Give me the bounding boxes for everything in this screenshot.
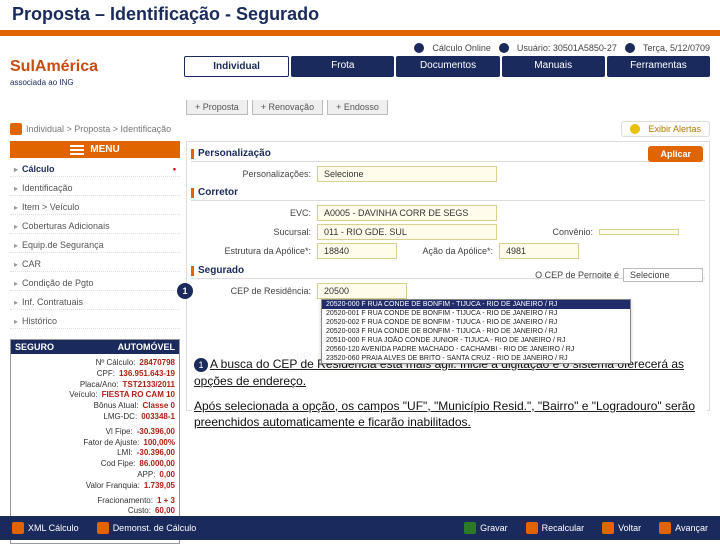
user-icon [499, 43, 509, 53]
seguro-title-left: SEGURO [15, 342, 54, 352]
convenio-label: Convênio: [503, 227, 593, 237]
footer-bar: XML Cálculo Demonst. de Cálculo Gravar R… [0, 516, 720, 540]
calc-online-label: Cálculo Online [432, 43, 491, 53]
evc-label: EVC: [191, 208, 311, 218]
section-personalizacao: Personalização [191, 146, 705, 162]
cep-option[interactable]: 20520-002 F RUA CONDE DE BONFIM - TIJUCA… [322, 318, 630, 327]
forward-icon [659, 522, 671, 534]
cep-option[interactable]: 20520-003 F RUA CONDE DE BONFIM - TIJUCA… [322, 327, 630, 336]
explainer-p2: Após selecionada a opção, os campos "UF"… [194, 398, 703, 432]
date-label: Terça, 5/12/0709 [643, 43, 710, 53]
primary-tabs: Individual Frota Documentos Manuais Ferr… [184, 56, 710, 77]
sidebar-item-equip[interactable]: ▸Equip.de Segurança [10, 238, 180, 253]
cep-input[interactable]: 20500 [317, 283, 407, 299]
sidebar-item-identificacao[interactable]: ▸Identificação [10, 181, 180, 196]
cep-option[interactable]: 23520-060 PRAIA ALVES DE BRITO - SANTA C… [322, 354, 630, 363]
xml-icon [12, 522, 24, 534]
sidebar-item-calculo[interactable]: ▸Cálculo• [10, 162, 180, 177]
cep-label: CEP de Residência: [191, 286, 311, 296]
section-corretor: Corretor [191, 185, 705, 201]
tab-individual[interactable]: Individual [184, 56, 289, 77]
breadcrumb: Individual > Proposta > Identificação [26, 124, 171, 134]
subtab-proposta[interactable]: + Proposta [186, 100, 248, 115]
acao-field[interactable]: 4981 [499, 243, 579, 259]
pernoite-label: O CEP de Pernoite é [535, 270, 619, 280]
slide-title-bar: Proposta – Identificação - Segurado [0, 0, 720, 30]
save-icon [464, 522, 476, 534]
sidebar-item-car[interactable]: ▸CAR [10, 257, 180, 272]
sidebar-item-pgto[interactable]: ▸Condição de Pgto [10, 276, 180, 291]
sub-tabs: + Proposta + Renovação + Endosso [186, 100, 710, 115]
personalizacoes-select[interactable]: Selecione [317, 166, 497, 182]
cep-option[interactable]: 20510-000 F RUA JOÃO CONDE JUNIOR - TIJU… [322, 336, 630, 345]
seguro-title-right: AUTOMÓVEL [118, 342, 175, 352]
explainer-badge: 1 [194, 358, 208, 372]
show-alerts-button[interactable]: Exibir Alertas [621, 121, 710, 137]
sidebar-menu-header: MENU [10, 141, 180, 158]
apply-button[interactable]: Aplicar [648, 146, 703, 162]
footer-avancar-button[interactable]: Avançar [659, 522, 708, 534]
footer-recalcular-button[interactable]: Recalcular [526, 522, 585, 534]
recalc-icon [526, 522, 538, 534]
tab-documentos[interactable]: Documentos [396, 56, 499, 77]
explanation-overlay: 1A busca do CEP de Residência está mais … [192, 352, 707, 437]
breadcrumb-icon [10, 123, 22, 135]
hamburger-icon [70, 145, 84, 155]
user-label: Usuário: 30501A5850-27 [517, 43, 617, 53]
convenio-field[interactable] [599, 229, 679, 235]
cep-option[interactable]: 20520-001 F RUA CONDE DE BONFIM - TIJUCA… [322, 309, 630, 318]
subtab-endosso[interactable]: + Endosso [327, 100, 388, 115]
alert-label: Exibir Alertas [648, 124, 701, 134]
subtab-renovacao[interactable]: + Renovação [252, 100, 323, 115]
seguro-summary-box: SEGURO AUTOMÓVEL Nº Cálculo:28470798CPF:… [10, 339, 180, 544]
footer-gravar-button[interactable]: Gravar [464, 522, 508, 534]
footer-voltar-button[interactable]: Voltar [602, 522, 641, 534]
sucursal-field[interactable]: 011 - RIO GDE. SUL [317, 224, 497, 240]
tab-manuais[interactable]: Manuais [502, 56, 605, 77]
estrutura-label: Estrutura da Apólice*: [191, 246, 311, 256]
personalizacoes-label: Personalizações: [191, 169, 311, 179]
sidebar-item-veiculo[interactable]: ▸Item > Veículo [10, 200, 180, 215]
tab-ferramentas[interactable]: Ferramentas [607, 56, 710, 77]
brand-logo: SulAmérica associada ao ING [10, 56, 180, 87]
sucursal-label: Sucursal: [191, 227, 311, 237]
footer-xml-button[interactable]: XML Cálculo [12, 522, 79, 534]
page-title: Proposta – Identificação - Segurado [12, 4, 319, 24]
evc-field[interactable]: A0005 - DAVINHA CORR DE SEGS [317, 205, 497, 221]
logo-text: SulAmérica [10, 58, 180, 76]
estrutura-field[interactable]: 18840 [317, 243, 397, 259]
sidebar-item-coberturas[interactable]: ▸Coberturas Adicionais [10, 219, 180, 234]
cep-autocomplete-dropdown[interactable]: 20520-000 F RUA CONDE DE BONFIM - TIJUCA… [321, 299, 631, 364]
sidebar-item-historico[interactable]: ▸Histórico [10, 314, 180, 329]
tab-frota[interactable]: Frota [291, 56, 394, 77]
footer-demonst-button[interactable]: Demonst. de Cálculo [97, 522, 197, 534]
menu-title: MENU [90, 144, 119, 155]
callout-badge-1: 1 [177, 283, 193, 299]
sidebar-item-contratuais[interactable]: ▸Inf. Contratuais [10, 295, 180, 310]
alert-icon [630, 124, 640, 134]
pernoite-select[interactable]: Selecione [623, 268, 703, 282]
cep-option[interactable]: 20560-120 AVENIDA PADRE MACHADO - CACHAM… [322, 345, 630, 354]
calc-online-icon [414, 43, 424, 53]
acao-label: Ação da Apólice*: [403, 246, 493, 256]
top-info-strip: Cálculo Online Usuário: 30501A5850-27 Te… [10, 40, 710, 56]
cep-option[interactable]: 20520-000 F RUA CONDE DE BONFIM - TIJUCA… [322, 300, 630, 309]
calc-icon [97, 522, 109, 534]
back-icon [602, 522, 614, 534]
date-icon [625, 43, 635, 53]
logo-subtext: associada ao ING [10, 78, 180, 87]
